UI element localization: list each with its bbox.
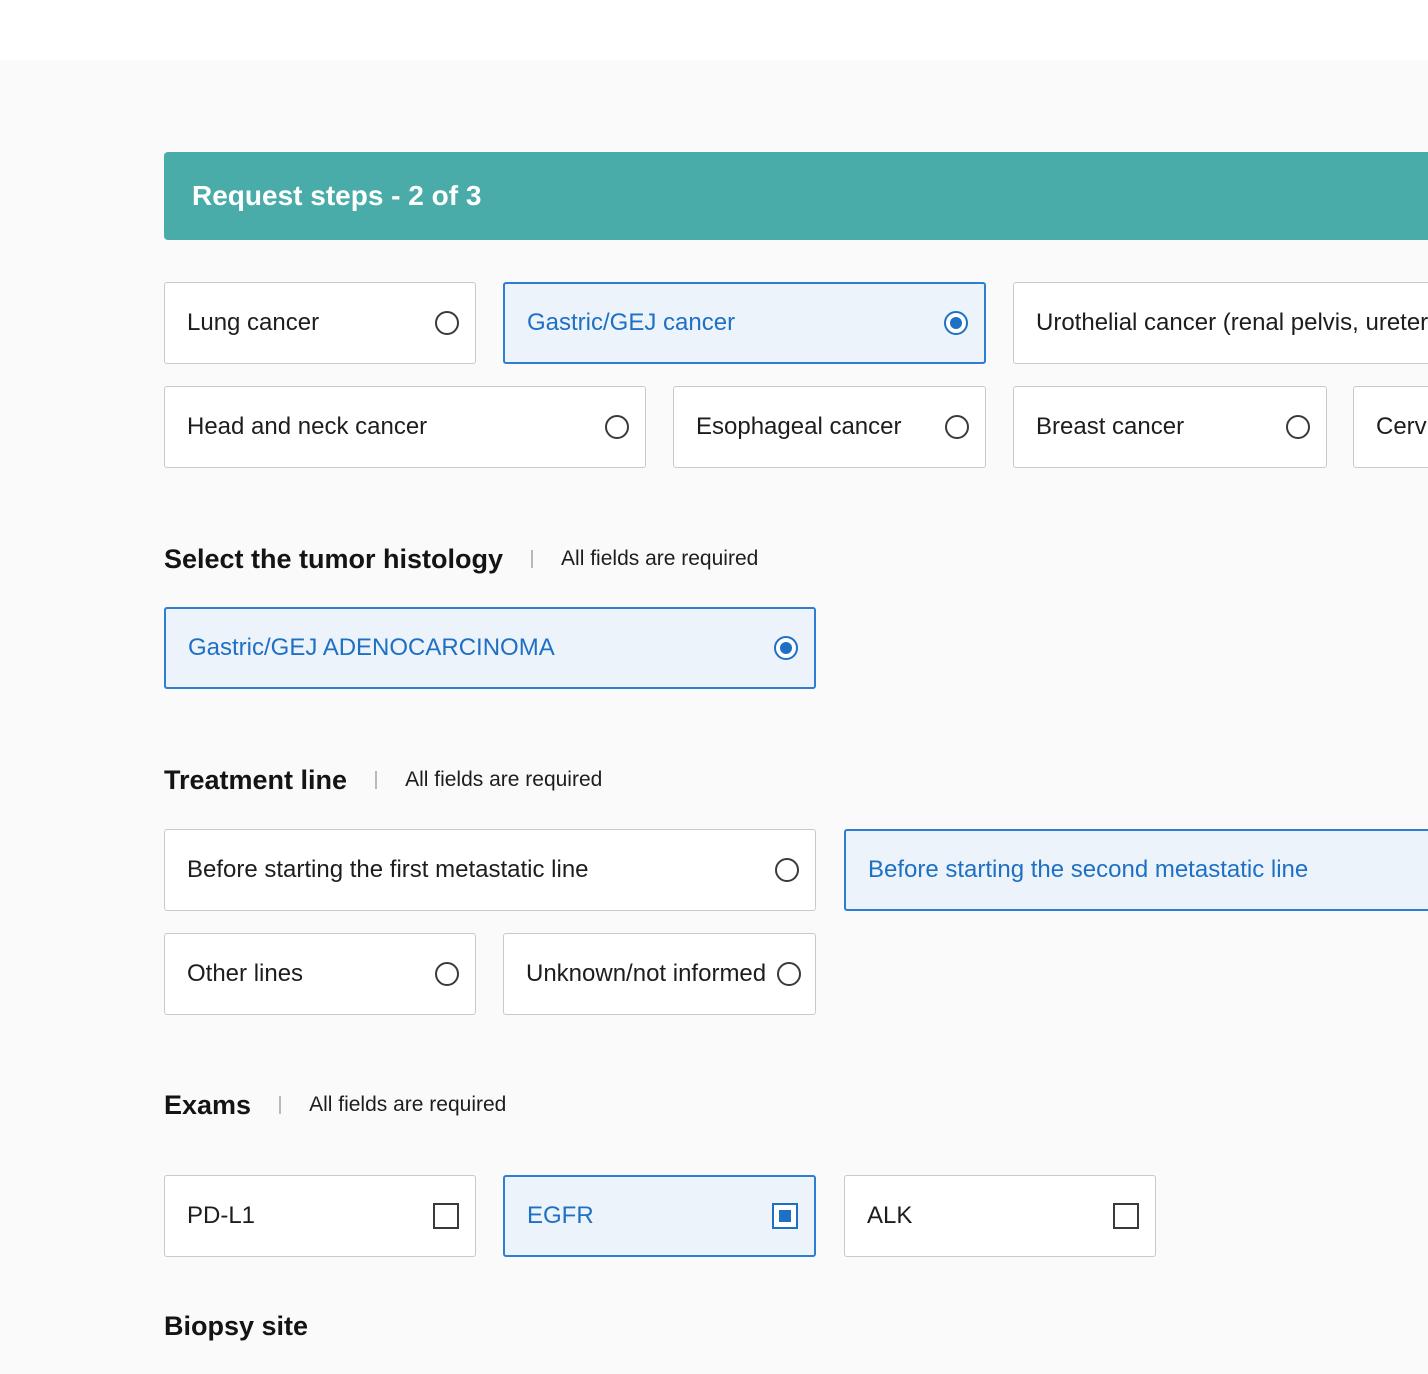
option-label: Head and neck cancer (187, 413, 428, 440)
histology-option-gastric-adenocarcinoma[interactable]: Gastric/GEJ ADENOCARCINOMA (164, 607, 816, 689)
option-label: Gastric/GEJ ADENOCARCINOMA (188, 634, 555, 661)
option-label: Unknown/not informed (526, 960, 767, 987)
request-steps-title: Request steps - 2 of 3 (192, 180, 482, 211)
request-steps-banner: Request steps - 2 of 3 (164, 152, 1428, 240)
radio-icon[interactable] (777, 962, 801, 986)
section-divider (375, 771, 378, 789)
treatment-option-other-lines[interactable]: Other lines (164, 933, 476, 1015)
required-note: All fields are required (309, 1093, 507, 1116)
cancer-option-urothelial[interactable]: Urothelial cancer (renal pelvis, ureter (1013, 282, 1428, 364)
option-label: Other lines (187, 960, 304, 987)
exams-section-header: Exams All fields are required (164, 1086, 506, 1124)
option-label: Before starting the first metastatic lin… (187, 856, 589, 883)
radio-icon[interactable] (605, 415, 629, 439)
cancer-option-head-and-neck[interactable]: Head and neck cancer (164, 386, 646, 468)
checkbox-icon[interactable] (1113, 1203, 1139, 1229)
option-label: EGFR (527, 1202, 594, 1229)
option-label: Esophageal cancer (696, 413, 902, 440)
cancer-option-breast[interactable]: Breast cancer (1013, 386, 1327, 468)
section-divider (531, 550, 534, 568)
radio-selected-icon[interactable] (774, 636, 798, 660)
option-label: PD-L1 (187, 1202, 256, 1229)
cancer-option-lung[interactable]: Lung cancer (164, 282, 476, 364)
required-note: All fields are required (561, 547, 759, 570)
treatment-line-title: Treatment line (164, 764, 348, 795)
option-label: Lung cancer (187, 309, 320, 336)
radio-icon[interactable] (435, 962, 459, 986)
biopsy-site-title: Biopsy site (164, 1310, 309, 1341)
exam-option-alk[interactable]: ALK (844, 1175, 1156, 1257)
histology-section-header: Select the tumor histology All fields ar… (164, 540, 758, 578)
option-label: Gastric/GEJ cancer (527, 309, 736, 336)
treatment-option-second-metastatic[interactable]: Before starting the second metastatic li… (844, 829, 1428, 911)
cancer-option-cervical[interactable]: Cervi (1353, 386, 1428, 468)
radio-icon[interactable] (435, 311, 459, 335)
radio-icon[interactable] (775, 858, 799, 882)
top-strip (0, 0, 1428, 60)
checkbox-icon[interactable] (433, 1203, 459, 1229)
exam-option-egfr[interactable]: EGFR (503, 1175, 816, 1257)
cancer-option-gastric-gej[interactable]: Gastric/GEJ cancer (503, 282, 986, 364)
treatment-option-unknown[interactable]: Unknown/not informed (503, 933, 816, 1015)
option-label: Cervi (1376, 413, 1428, 440)
radio-selected-icon[interactable] (944, 311, 968, 335)
required-note: All fields are required (405, 768, 603, 791)
biopsy-site-section-header: Biopsy site (164, 1307, 308, 1345)
radio-icon[interactable] (945, 415, 969, 439)
option-label: Before starting the second metastatic li… (868, 856, 1309, 883)
checkbox-checked-icon[interactable] (772, 1203, 798, 1229)
option-label: Breast cancer (1036, 413, 1185, 440)
option-label: Urothelial cancer (renal pelvis, ureter (1036, 309, 1428, 336)
option-label: ALK (867, 1202, 913, 1229)
section-divider (279, 1096, 282, 1114)
treatment-line-section-header: Treatment line All fields are required (164, 761, 602, 799)
treatment-option-first-metastatic[interactable]: Before starting the first metastatic lin… (164, 829, 816, 911)
radio-icon[interactable] (1286, 415, 1310, 439)
histology-title: Select the tumor histology (164, 543, 504, 574)
exam-option-pd-l1[interactable]: PD-L1 (164, 1175, 476, 1257)
cancer-option-esophageal[interactable]: Esophageal cancer (673, 386, 986, 468)
exams-title: Exams (164, 1089, 252, 1120)
